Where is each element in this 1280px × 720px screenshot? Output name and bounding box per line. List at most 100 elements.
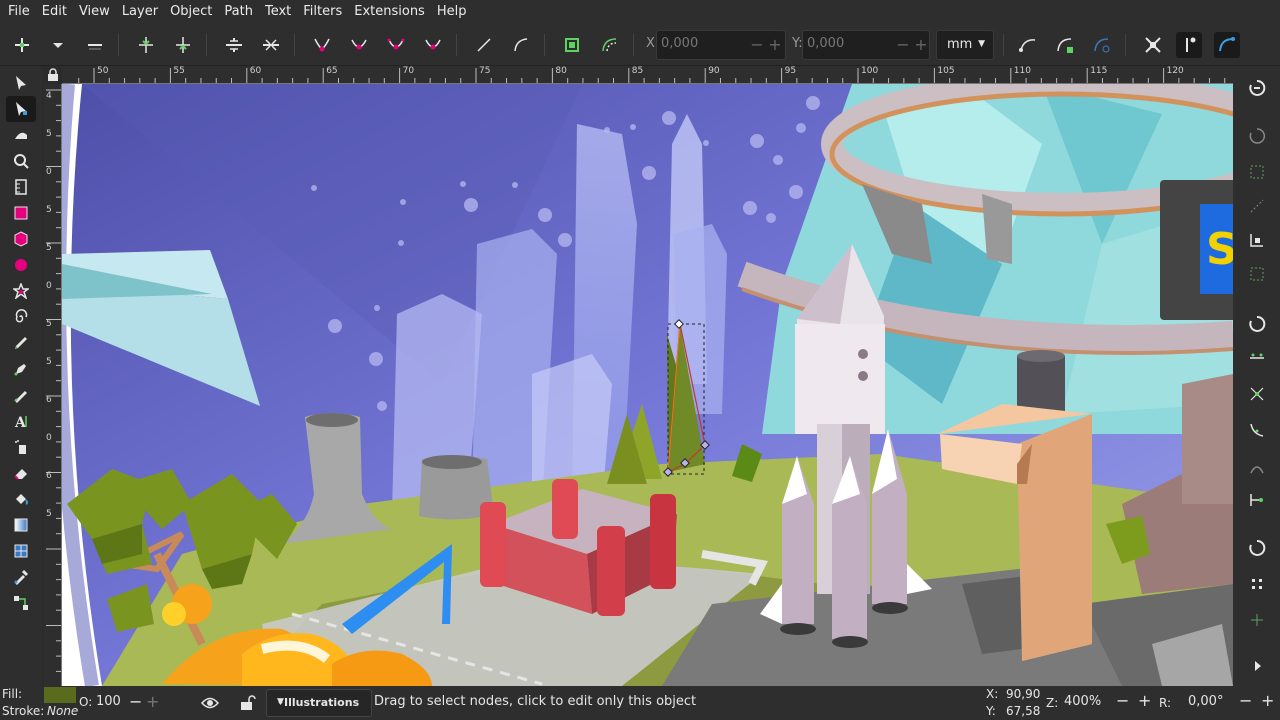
calligraphy-icon[interactable] [6, 382, 36, 408]
menu-file[interactable]: File [2, 0, 36, 24]
cusp-node-icon[interactable] [309, 32, 335, 58]
auto-smooth-node-icon[interactable] [420, 32, 446, 58]
snap-object-centers-icon[interactable] [1247, 490, 1267, 510]
vertical-ruler[interactable]: 4 5 0 5 5 0 5 5 6 0 6 5 [44, 84, 62, 686]
object-to-path-icon[interactable] [559, 32, 585, 58]
horizontal-ruler[interactable]: 50 55 60 65 70 75 80 85 90 95 100 105 110 115 120 [62, 66, 1233, 84]
opacity-decrement-button[interactable]: − [129, 692, 142, 711]
zoom-value[interactable]: 400% [1064, 694, 1101, 709]
rotation-value[interactable]: 0,00° [1188, 694, 1223, 709]
menu-layer[interactable]: Layer [116, 0, 164, 24]
menu-object[interactable]: Object [164, 0, 218, 24]
stroke-to-path-icon[interactable] [597, 32, 623, 58]
menu-edit[interactable]: Edit [36, 0, 73, 24]
snap-bbox-corners-icon[interactable] [1247, 196, 1267, 216]
delete-segment-icon[interactable] [258, 32, 284, 58]
snap-bbox-edges-icon[interactable] [1247, 162, 1267, 182]
layer-select[interactable]: •Illustrations ▼ [266, 689, 372, 717]
segment-to-line-icon[interactable] [471, 32, 497, 58]
snap-bbox-midpoints-icon[interactable] [1247, 230, 1267, 250]
snap-intersections-icon[interactable] [1247, 384, 1267, 404]
pencil-icon[interactable] [6, 330, 36, 356]
zoom-in-button[interactable]: + [1138, 691, 1151, 710]
x-coord-field[interactable]: − + [656, 30, 786, 60]
ruler-label: 120 [1166, 66, 1184, 76]
stroke-value[interactable]: None [47, 704, 78, 718]
unit-select[interactable]: mm ▼ [936, 30, 994, 60]
menu-filters[interactable]: Filters [297, 0, 348, 24]
rotate-cw-button[interactable]: + [1261, 691, 1274, 710]
eraser-icon[interactable] [6, 460, 36, 486]
insert-node-dropdown-icon[interactable] [45, 32, 71, 58]
y-coord-input[interactable] [807, 36, 887, 51]
snap-midpoints-icon[interactable] [1247, 458, 1267, 478]
ellipse-icon[interactable] [6, 252, 36, 278]
menu-bar: File Edit View Layer Object Path Text Fi… [0, 0, 1280, 24]
snap-grid-icon[interactable] [1247, 574, 1267, 594]
menu-path[interactable]: Path [218, 0, 259, 24]
menu-view[interactable]: View [73, 0, 116, 24]
zoom-out-button[interactable]: − [1116, 691, 1129, 710]
join-segment-icon[interactable] [221, 32, 247, 58]
x-increment-button[interactable]: + [767, 34, 783, 56]
fill-swatch[interactable] [44, 687, 76, 703]
show-transform-handles-icon[interactable] [1140, 32, 1166, 58]
menu-text[interactable]: Text [259, 0, 297, 24]
bucket-icon[interactable] [6, 486, 36, 512]
join-nodes-icon[interactable] [133, 32, 159, 58]
menu-extensions[interactable]: Extensions [348, 0, 431, 24]
delete-node-icon[interactable] [82, 32, 108, 58]
smooth-node-icon[interactable] [346, 32, 372, 58]
x-decrement-button[interactable]: − [749, 34, 765, 56]
snap-toggle-icon[interactable] [1247, 78, 1267, 98]
fill-label: Fill: [2, 687, 23, 701]
show-path-outline-icon[interactable] [1015, 32, 1041, 58]
show-path-outline-toggle-icon[interactable] [1214, 32, 1240, 58]
eye-icon[interactable] [200, 694, 220, 712]
segment-to-curve-icon[interactable] [508, 32, 534, 58]
y-coord-field[interactable]: − + [802, 30, 930, 60]
mesh-icon[interactable] [6, 538, 36, 564]
snap-paths-icon[interactable] [1247, 348, 1267, 368]
snap-page-border-icon[interactable] [1247, 538, 1267, 558]
selector-icon[interactable] [6, 70, 36, 96]
show-handles-toggle-icon[interactable] [1176, 32, 1202, 58]
star-icon[interactable] [6, 278, 36, 304]
spray-icon[interactable] [6, 434, 36, 460]
snap-nodes-icon[interactable] [1247, 314, 1267, 334]
show-mask-icon[interactable] [1089, 32, 1115, 58]
tweak-icon[interactable] [6, 122, 36, 148]
snap-smooth-nodes-icon[interactable] [1247, 420, 1267, 440]
ruler-label: 50 [97, 66, 109, 76]
dropper-icon[interactable] [6, 564, 36, 590]
snap-guide-icon[interactable] [1247, 610, 1267, 630]
break-path-icon[interactable] [170, 32, 196, 58]
show-handles-icon[interactable] [1052, 32, 1078, 58]
unlock-icon[interactable] [238, 694, 256, 712]
rotate-ccw-button[interactable]: − [1239, 691, 1252, 710]
symmetric-node-icon[interactable] [383, 32, 409, 58]
separator [544, 34, 545, 56]
snap-bbox-icon[interactable] [1247, 126, 1267, 146]
opacity-increment-button[interactable]: + [146, 692, 159, 711]
spiral-icon[interactable] [6, 304, 36, 330]
opacity-value[interactable]: 100 [96, 694, 121, 709]
y-decrement-button[interactable]: − [895, 34, 911, 56]
pen-icon[interactable] [6, 356, 36, 382]
box3d-icon[interactable] [6, 226, 36, 252]
menu-help[interactable]: Help [431, 0, 473, 24]
measure-icon[interactable] [6, 174, 36, 200]
zoom-icon[interactable] [6, 148, 36, 174]
gradient-icon[interactable] [6, 512, 36, 538]
insert-node-icon[interactable] [9, 32, 35, 58]
snap-bbox-centers-icon[interactable] [1247, 264, 1267, 284]
y-increment-button[interactable]: + [913, 34, 929, 56]
chevron-right-icon[interactable] [1247, 656, 1267, 676]
connector-icon[interactable] [6, 590, 36, 616]
node-tool-icon[interactable] [6, 96, 36, 122]
x-coord-input[interactable] [661, 36, 741, 51]
drawing-canvas[interactable]: S [62, 84, 1233, 686]
text-icon[interactable]: A [6, 408, 36, 434]
rectangle-icon[interactable] [6, 200, 36, 226]
guides-lock-icon[interactable] [46, 68, 60, 82]
